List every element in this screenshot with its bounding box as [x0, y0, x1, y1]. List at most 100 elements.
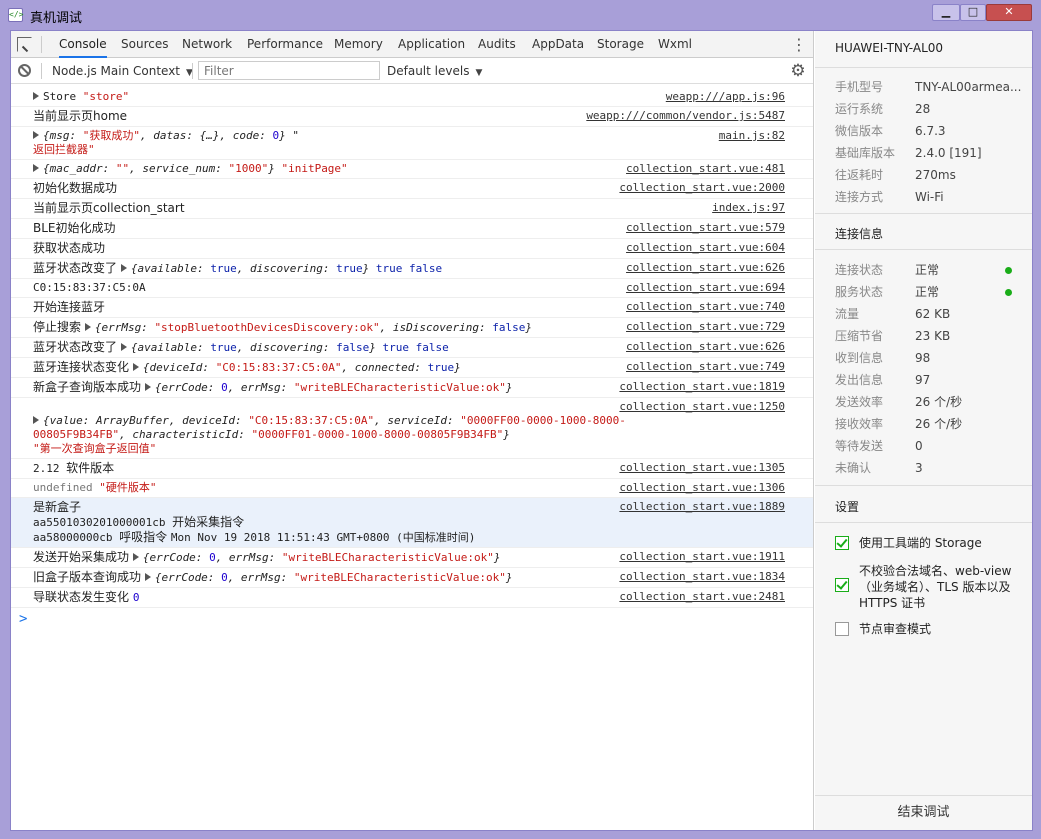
context-select[interactable]: Node.js Main Context ▼ — [52, 62, 207, 80]
info-key: 连接方式 — [835, 190, 884, 204]
tab-network[interactable]: Network — [182, 31, 232, 58]
connection-value: 97 — [915, 373, 931, 387]
clear-console-icon[interactable] — [18, 64, 31, 77]
console-token: false — [492, 321, 526, 334]
source-link[interactable]: collection_start.vue:626 — [626, 340, 785, 354]
source-link[interactable]: collection_start.vue:749 — [626, 360, 785, 374]
close-button[interactable]: ✕ — [986, 4, 1032, 21]
tab-memory[interactable]: Memory — [334, 31, 383, 58]
console-row: 当前显示页home weapp:///common/vendor.js:5487 — [11, 107, 813, 127]
console-token: 旧盒子版本查询成功 — [33, 570, 145, 584]
source-link[interactable]: index.js:97 — [712, 201, 785, 215]
source-link[interactable]: collection_start.vue:2000 — [619, 181, 785, 195]
setting-label[interactable]: 不校验合法域名、web-view（业务域名）、TLS 版本以及 HTTPS 证书 — [859, 563, 1024, 611]
tab-audits[interactable]: Audits — [478, 31, 516, 58]
console-token: } — [493, 551, 501, 564]
source-link[interactable]: collection_start.vue:1306 — [619, 481, 785, 495]
devtools-pane: Console Sources Network Performance Memory Ap… — [11, 31, 814, 830]
setting-checkbox[interactable] — [835, 536, 849, 550]
console-row: 当前显示页collection_start index.js:97 — [11, 199, 813, 219]
source-link[interactable]: collection_start.vue:740 — [626, 300, 785, 314]
console-token: } — [503, 428, 510, 441]
console-token: "第一次查询盒子返回值" — [33, 442, 157, 455]
expand-triangle-icon[interactable] — [33, 164, 39, 172]
console-token: {deviceId: — [142, 361, 216, 374]
expand-triangle-icon[interactable] — [120, 343, 127, 351]
expand-triangle-icon[interactable] — [33, 416, 39, 424]
setting-label[interactable]: 使用工具端的 Storage — [859, 535, 1024, 551]
expand-triangle-icon[interactable] — [144, 383, 151, 391]
source-link[interactable]: collection_start.vue:2481 — [619, 590, 785, 604]
expand-triangle-icon[interactable] — [33, 92, 39, 100]
console-token: , serviceId: — [374, 414, 461, 427]
expand-triangle-icon[interactable] — [132, 553, 139, 561]
console-token: } — [505, 571, 513, 584]
source-link[interactable]: collection_start.vue:1250 — [619, 400, 785, 414]
minimize-button[interactable]: ▁ — [932, 4, 960, 21]
expand-triangle-icon[interactable] — [144, 573, 151, 581]
console-prompt[interactable]: > — [11, 610, 813, 628]
setting-label[interactable]: 节点审查模式 — [859, 621, 1024, 637]
window-title: 真机调试 — [30, 11, 83, 26]
console-token: 导联状态发生变化 — [33, 590, 133, 604]
console-toolbar: Node.js Main Context▼ Default levels ▼ ⚙ — [11, 58, 813, 84]
console-token: {value: ArrayBuffer, deviceId: — [43, 414, 249, 427]
source-link[interactable]: collection_start.vue:626 — [626, 261, 785, 275]
console-token: , discovering: — [236, 262, 337, 275]
console-token: "store" — [82, 90, 130, 103]
connection-key: 发送效率 — [835, 395, 884, 409]
source-link[interactable]: collection_start.vue:1834 — [619, 570, 785, 584]
console-token: } — [268, 162, 282, 175]
divider — [815, 485, 1032, 486]
console-token: true — [210, 262, 237, 275]
source-link[interactable]: collection_start.vue:1305 — [619, 461, 785, 475]
source-link[interactable]: collection_start.vue:579 — [626, 221, 785, 235]
tab-console[interactable]: Console — [59, 31, 107, 58]
source-link[interactable]: collection_start.vue:481 — [626, 162, 785, 176]
tab-appdata[interactable]: AppData — [532, 31, 584, 58]
tab-application[interactable]: Application — [398, 31, 465, 58]
more-vertical-icon[interactable]: ⋮ — [791, 35, 807, 54]
console-token: 0 — [209, 551, 216, 564]
source-link[interactable]: collection_start.vue:694 — [626, 281, 785, 295]
expand-triangle-icon[interactable] — [33, 131, 39, 139]
console-token: 00805F9B34FB" — [33, 428, 120, 441]
expand-triangle-icon[interactable] — [84, 323, 91, 331]
source-link[interactable]: weapp:///app.js:96 — [666, 90, 785, 104]
connection-row: 收到信息 98 — [835, 347, 1020, 369]
console-token: {available: — [130, 341, 211, 354]
source-link[interactable]: collection_start.vue:1819 — [619, 380, 785, 394]
setting-checkbox[interactable] — [835, 578, 849, 592]
tab-sources[interactable]: Sources — [121, 31, 168, 58]
console-token: true — [336, 262, 363, 275]
info-row: 运行系统 28 — [835, 98, 930, 120]
source-link[interactable]: collection_start.vue:1911 — [619, 550, 785, 564]
filter-input[interactable] — [198, 61, 380, 80]
console-token: 蓝牙连接状态变化 — [33, 360, 133, 374]
console-token: "获取成功" — [82, 129, 140, 142]
console-message: 当前显示页collection_start — [33, 201, 813, 216]
tab-performance[interactable]: Performance — [247, 31, 323, 58]
divider — [815, 67, 1032, 68]
log-levels-select[interactable]: Default levels ▼ — [387, 62, 482, 80]
inspect-element-icon[interactable] — [17, 37, 32, 52]
gear-icon[interactable]: ⚙ — [789, 62, 807, 80]
info-row: 连接方式 Wi-Fi — [835, 186, 944, 208]
source-link[interactable]: collection_start.vue:1889 — [619, 500, 785, 514]
maximize-button[interactable]: □ — [960, 4, 986, 21]
source-link[interactable]: collection_start.vue:604 — [626, 241, 785, 255]
toolbar-separator — [192, 63, 193, 79]
tab-storage[interactable]: Storage — [597, 31, 644, 58]
expand-triangle-icon[interactable] — [120, 264, 127, 272]
tab-wxml[interactable]: Wxml — [658, 31, 692, 58]
end-debug-button[interactable]: 结束调试 — [815, 795, 1032, 830]
info-row: 手机型号 TNY-AL00armea... — [835, 76, 1021, 98]
context-label: Node.js Main Context — [52, 64, 181, 78]
window-client: Console Sources Network Performance Memory Ap… — [10, 30, 1033, 831]
source-link[interactable]: main.js:82 — [719, 129, 785, 143]
expand-triangle-icon[interactable] — [132, 363, 139, 371]
console-token: 初始化数据成功 — [33, 181, 118, 195]
source-link[interactable]: weapp:///common/vendor.js:5487 — [586, 109, 785, 123]
setting-checkbox[interactable] — [835, 622, 849, 636]
source-link[interactable]: collection_start.vue:729 — [626, 320, 785, 334]
